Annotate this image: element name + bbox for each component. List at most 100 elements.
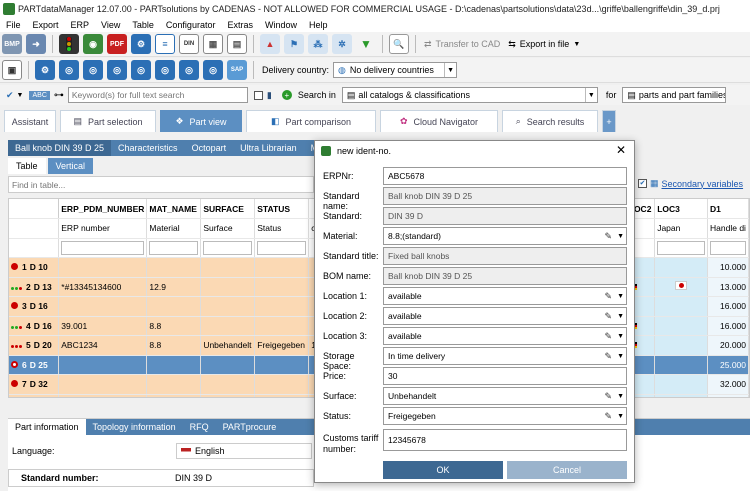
find-in-table-input[interactable] xyxy=(8,176,314,193)
tab-characteristics[interactable]: Characteristics xyxy=(111,140,185,156)
filter-input[interactable] xyxy=(710,240,746,255)
column-header[interactable]: STATUS xyxy=(254,199,310,219)
magnifier-icon[interactable]: 🔍 xyxy=(389,34,409,54)
table-cell[interactable]: 10.000 xyxy=(707,257,749,278)
network-icon[interactable]: ⁂ xyxy=(308,34,328,54)
row-header[interactable]: 4D 16 xyxy=(9,316,60,336)
pencil-icon[interactable]: ✎ xyxy=(604,231,612,242)
table-cell[interactable] xyxy=(654,355,709,375)
add-icon[interactable]: + xyxy=(281,90,292,100)
menu-help[interactable]: Help xyxy=(303,20,334,30)
column-header[interactable]: ERP_PDM_NUMBER xyxy=(58,199,148,219)
menu-view[interactable]: View xyxy=(95,20,126,30)
pencil-icon[interactable]: ✎ xyxy=(604,391,612,402)
row-header[interactable]: 5D 20 xyxy=(9,335,60,356)
tab-ball-knob[interactable]: Ball knob DIN 39 D 25 xyxy=(8,140,112,156)
column-header[interactable]: D1 xyxy=(707,199,749,219)
field-input[interactable]: ABC5678 xyxy=(383,167,627,185)
filter-input[interactable] xyxy=(203,240,253,255)
filter-input[interactable] xyxy=(149,240,199,255)
row-header[interactable]: 7D 32 xyxy=(9,374,60,395)
table-cell[interactable] xyxy=(200,355,256,375)
ok-button[interactable]: OK xyxy=(383,461,503,479)
database-edit-icon[interactable]: ◎ xyxy=(131,60,151,80)
table-cell[interactable]: 36.000 xyxy=(707,394,749,397)
table-cell[interactable] xyxy=(58,394,148,397)
chevron-down-icon[interactable]: ▼ xyxy=(617,313,624,320)
field-input[interactable]: 8.8;(standard) ✎ ▼ xyxy=(383,227,627,245)
table-cell[interactable] xyxy=(200,296,256,317)
table-cell[interactable] xyxy=(254,374,310,395)
field-input[interactable]: available ✎ ▼ xyxy=(383,287,627,305)
row-header[interactable]: 3D 16 xyxy=(9,296,60,317)
search-in-select[interactable]: ▤ all catalogs & classifications ▼ xyxy=(341,87,598,103)
database-icon[interactable]: ◎ xyxy=(59,60,79,80)
din-button[interactable]: DIN xyxy=(179,34,199,54)
table-cell[interactable] xyxy=(58,257,148,278)
filter-cell[interactable] xyxy=(200,238,256,258)
arrow-icon[interactable]: ➜ xyxy=(26,34,46,54)
check-icon[interactable]: ✔ xyxy=(6,90,14,101)
magic-wand-icon[interactable]: ✲ xyxy=(332,34,352,54)
pencil-icon[interactable]: ✎ xyxy=(604,331,612,342)
window-icon[interactable]: ▣ xyxy=(2,60,22,80)
gear-icon[interactable]: ⚙ xyxy=(131,34,151,54)
filter-cell[interactable] xyxy=(254,238,310,258)
tab-octopart[interactable]: Octopart xyxy=(185,140,234,156)
erp-settings-icon[interactable]: ⚙ xyxy=(35,60,55,80)
table-cell[interactable] xyxy=(654,374,709,395)
table-cell[interactable] xyxy=(146,296,202,317)
table-cell[interactable] xyxy=(58,374,148,395)
field-input[interactable]: 12345678 xyxy=(383,429,627,451)
pencil-icon[interactable]: ✎ xyxy=(604,411,612,422)
delivery-country-select[interactable]: ◍ No delivery countries ▼ xyxy=(333,62,458,78)
table-cell[interactable]: 8.8 xyxy=(146,335,202,356)
table-cell[interactable] xyxy=(200,394,256,397)
menu-table[interactable]: Table xyxy=(126,20,160,30)
table-cell[interactable] xyxy=(254,316,310,336)
secondary-variables-checkbox[interactable]: ✔ xyxy=(638,179,647,188)
globe-icon[interactable]: ◉ xyxy=(83,34,103,54)
table-cell[interactable] xyxy=(146,355,202,375)
tab-topology-information[interactable]: Topology information xyxy=(86,419,183,435)
menu-window[interactable]: Window xyxy=(259,20,303,30)
tab-partprocure[interactable]: PARTprocure xyxy=(216,419,284,435)
for-select[interactable]: ▤ parts and part families xyxy=(622,87,727,103)
table-cell[interactable]: 25.000 xyxy=(707,355,749,375)
full-text-search-input[interactable] xyxy=(67,87,248,103)
field-input[interactable]: available ✎ ▼ xyxy=(383,307,627,325)
compare-icon[interactable]: ▤ xyxy=(227,34,247,54)
table-cell[interactable]: 39.001 xyxy=(58,316,148,336)
table-cell[interactable] xyxy=(254,277,310,297)
table-cell[interactable]: 8.8 xyxy=(146,316,202,336)
chevron-down-icon[interactable]: ▼ xyxy=(617,293,624,300)
table-cell[interactable]: 16.000 xyxy=(707,316,749,336)
column-header[interactable]: MAT_NAME xyxy=(146,199,202,219)
table-cell[interactable] xyxy=(146,374,202,395)
table-cell[interactable] xyxy=(58,296,148,317)
database-add-icon[interactable]: ◎ xyxy=(107,60,127,80)
tab-ultra-librarian[interactable]: Ultra Librarian xyxy=(233,140,304,156)
dropdown-icon[interactable]: ▼ xyxy=(17,92,24,99)
table-cell[interactable] xyxy=(654,394,709,397)
chevron-down-icon[interactable]: ▼ xyxy=(617,393,624,400)
tab-part-view[interactable]: ❖ Part view xyxy=(160,110,242,132)
table-cell[interactable] xyxy=(200,277,256,297)
table-cell[interactable]: 13.000 xyxy=(707,277,749,297)
chevron-down-icon[interactable]: ▼ xyxy=(617,333,624,340)
pencil-icon[interactable]: ✎ xyxy=(604,291,612,302)
menu-export[interactable]: Export xyxy=(27,20,65,30)
field-input[interactable]: available ✎ ▼ xyxy=(383,327,627,345)
menu-configurator[interactable]: Configurator xyxy=(160,20,222,30)
tab-part-comparison[interactable]: ◧ Part comparison xyxy=(246,110,376,132)
menu-erp[interactable]: ERP xyxy=(65,20,96,30)
database-check-icon[interactable]: ◎ xyxy=(203,60,223,80)
formula-icon[interactable]: ≡ xyxy=(155,34,175,54)
secondary-variables-toggle[interactable]: ✔ ▦ Secondary variables xyxy=(638,178,743,189)
row-header[interactable]: 2D 13 xyxy=(9,277,60,297)
close-icon[interactable]: ✕ xyxy=(616,143,626,157)
search-options-checkbox[interactable] xyxy=(253,90,263,100)
table-cell[interactable] xyxy=(654,257,709,278)
row-header[interactable]: 8D 36 xyxy=(9,394,60,397)
secondary-variables-link[interactable]: Secondary variables xyxy=(662,179,744,189)
